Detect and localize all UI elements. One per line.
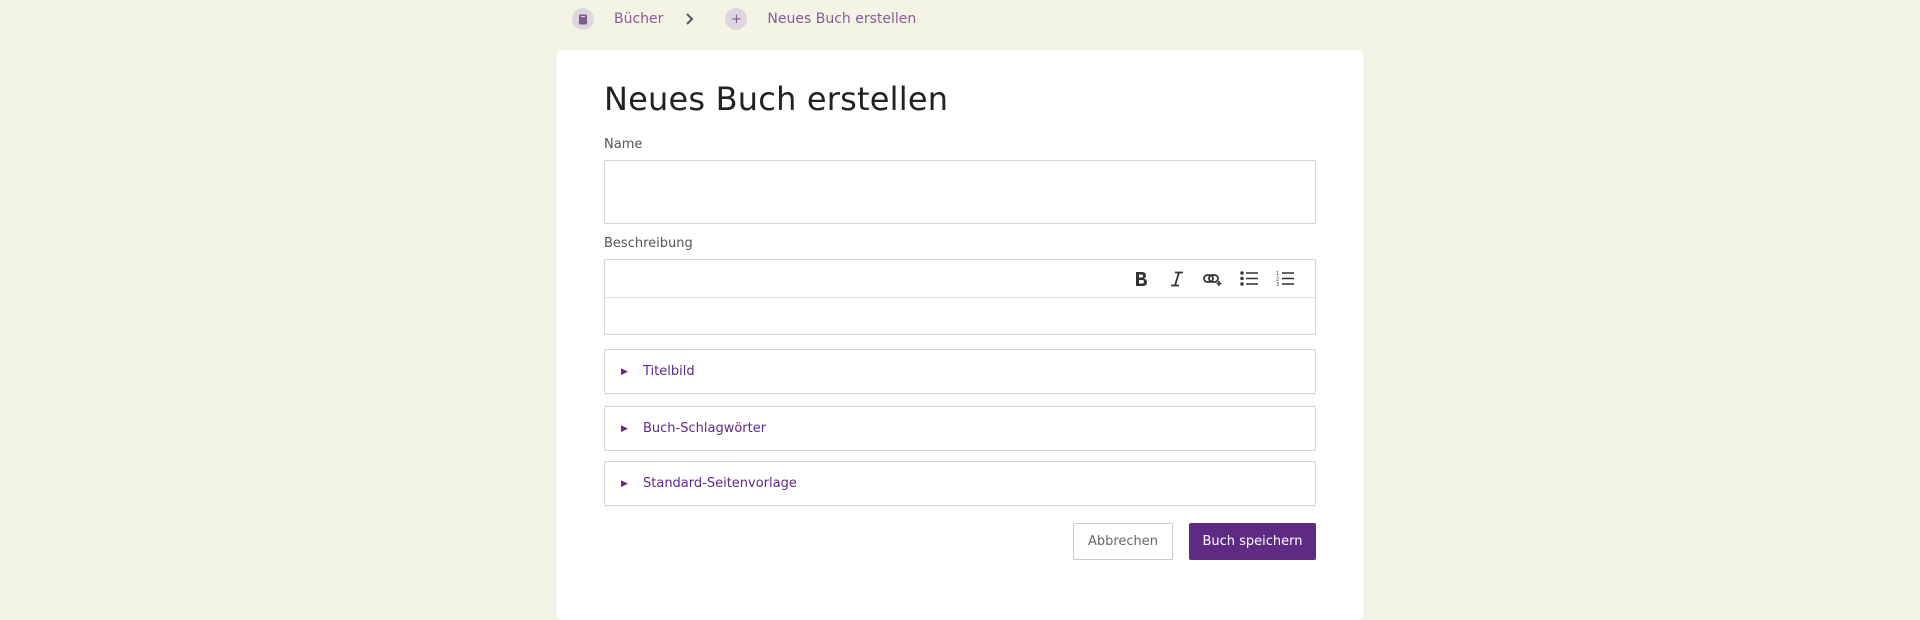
section-label: Buch-Schlagwörter	[643, 421, 767, 436]
page-title: Neues Buch erstellen	[604, 80, 949, 118]
section-book-tags[interactable]: ▶ Buch-Schlagwörter	[604, 406, 1316, 451]
bold-icon[interactable]	[1123, 260, 1159, 297]
caret-right-icon: ▶	[621, 423, 628, 434]
caret-right-icon: ▶	[621, 366, 628, 377]
section-cover-image[interactable]: ▶ Titelbild	[604, 349, 1316, 394]
numbered-list-icon[interactable]: 123	[1267, 260, 1303, 297]
description-editor: 123	[604, 259, 1316, 335]
svg-text:3: 3	[1276, 282, 1279, 287]
editor-toolbar: 123	[605, 260, 1315, 298]
bullet-list-icon[interactable]	[1231, 260, 1267, 297]
breadcrumb-current[interactable]: Neues Buch erstellen	[767, 11, 916, 27]
name-input[interactable]	[604, 160, 1316, 224]
cancel-button[interactable]: Abbrechen	[1073, 523, 1173, 560]
chevron-right-icon	[685, 13, 695, 25]
name-label: Name	[604, 137, 643, 152]
section-label: Titelbild	[643, 364, 695, 379]
section-label: Standard-Seitenvorlage	[643, 476, 797, 491]
italic-icon[interactable]	[1159, 260, 1195, 297]
breadcrumb: Bücher + Neues Buch erstellen	[572, 8, 916, 30]
link-icon[interactable]	[1195, 260, 1231, 297]
save-book-button[interactable]: Buch speichern	[1189, 523, 1316, 560]
description-label: Beschreibung	[604, 236, 693, 251]
plus-icon: +	[725, 8, 748, 30]
book-icon	[572, 8, 594, 30]
caret-right-icon: ▶	[621, 478, 628, 489]
breadcrumb-link-books[interactable]: Bücher	[614, 11, 663, 27]
section-default-page-template[interactable]: ▶ Standard-Seitenvorlage	[604, 461, 1316, 506]
create-book-card: Neues Buch erstellen Name Beschreibung 1…	[556, 50, 1364, 620]
